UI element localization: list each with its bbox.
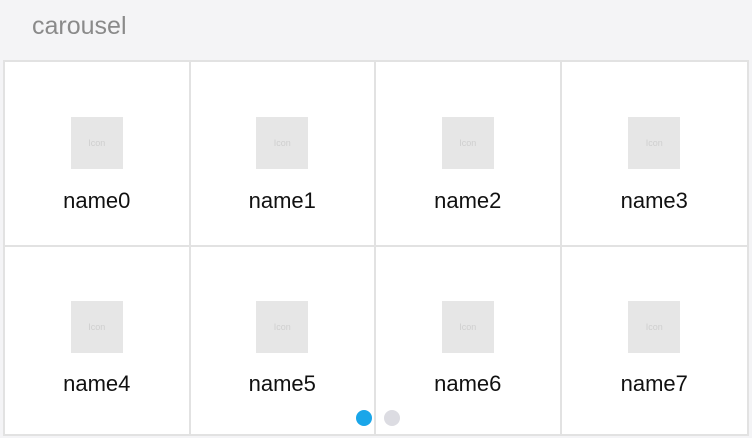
icon-placeholder-text: Icon xyxy=(645,322,663,332)
header-bar: carousel xyxy=(0,0,752,60)
grid-item-7[interactable]: Icon name7 xyxy=(562,247,748,434)
pagination-dots xyxy=(5,410,747,426)
icon-placeholder-text: Icon xyxy=(273,322,291,332)
page-indicator-dot-1[interactable] xyxy=(355,410,372,426)
grid-item-2[interactable]: Icon name2 xyxy=(376,62,562,247)
grid-item-label: name2 xyxy=(434,188,502,213)
grid-item-label: name6 xyxy=(434,371,502,396)
grid-item-5[interactable]: Icon name5 xyxy=(191,247,376,434)
placeholder-icon: Icon xyxy=(70,117,123,169)
grid-item-label: name3 xyxy=(620,188,688,213)
page-title: carousel xyxy=(32,12,127,40)
icon-placeholder-text: Icon xyxy=(273,138,291,148)
grid-item-0[interactable]: Icon name0 xyxy=(5,62,191,247)
grid-item-label: name1 xyxy=(248,188,316,213)
placeholder-icon: Icon xyxy=(256,117,309,169)
grid-item-1[interactable]: Icon name1 xyxy=(190,62,376,247)
icon-placeholder-text: Icon xyxy=(88,138,106,148)
placeholder-icon: Icon xyxy=(441,117,494,169)
placeholder-icon: Icon xyxy=(256,301,309,353)
placeholder-icon: Icon xyxy=(628,117,681,169)
icon-placeholder-text: Icon xyxy=(459,138,477,148)
grid-item-label: name7 xyxy=(620,371,688,396)
placeholder-icon: Icon xyxy=(70,301,123,353)
page-indicator-dot-2[interactable] xyxy=(383,410,400,426)
grid-item-3[interactable]: Icon name3 xyxy=(561,62,747,247)
grid-item-label: name5 xyxy=(248,371,316,396)
icon-placeholder-text: Icon xyxy=(645,138,663,148)
carousel-grid: Icon name0 Icon name1 Icon name2 Icon na… xyxy=(5,62,747,434)
icon-placeholder-text: Icon xyxy=(88,322,106,332)
icon-placeholder-text: Icon xyxy=(459,322,477,332)
grid-item-label: name0 xyxy=(63,188,131,213)
placeholder-icon: Icon xyxy=(628,301,681,353)
carousel[interactable]: Icon name0 Icon name1 Icon name2 Icon na… xyxy=(3,60,749,436)
placeholder-icon: Icon xyxy=(441,301,494,353)
grid-item-6[interactable]: Icon name6 xyxy=(376,247,562,434)
grid-item-4[interactable]: Icon name4 xyxy=(5,247,191,434)
grid-item-label: name4 xyxy=(63,371,131,396)
